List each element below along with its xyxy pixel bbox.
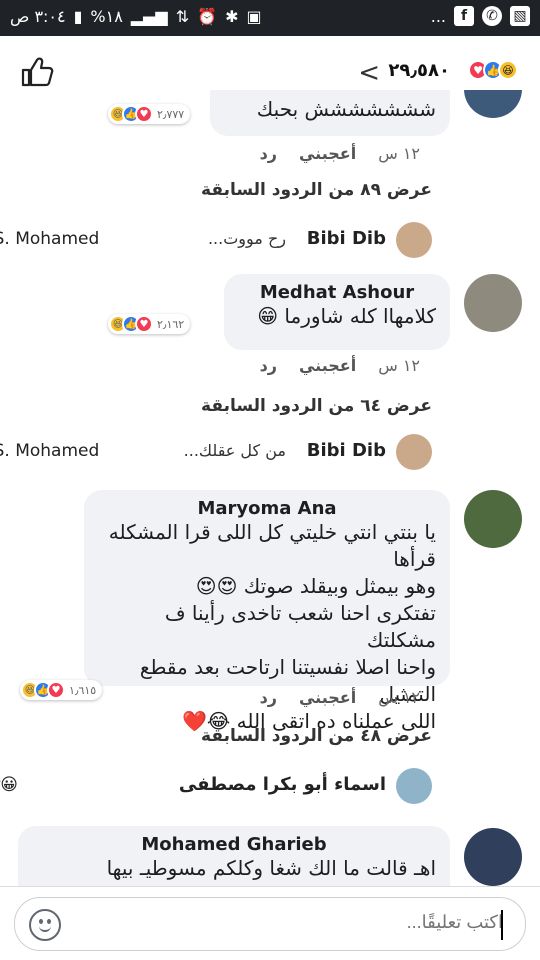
reply-link[interactable]: رد	[260, 688, 277, 707]
comment-time: ١٢ س	[378, 688, 420, 707]
love-reaction-icon: ♥	[135, 105, 153, 123]
reply-preview-row[interactable]: Bibi Dib رح مووت... Ahmed S. Mohamed	[0, 220, 432, 260]
avatar[interactable]	[464, 828, 522, 886]
comment-input-box[interactable]	[14, 897, 526, 951]
comment-text: اهـ قالت ما الك شغا وكلكم مسوطيـ بيها	[106, 856, 436, 880]
reply-to-name: Ahmed S. Mohamed	[0, 229, 100, 249]
battery-level: %١٨	[90, 7, 123, 26]
reaction-count: ١٫٦١٥	[69, 683, 97, 697]
comment-author[interactable]: Maryoma Ana	[98, 498, 436, 519]
comments-list[interactable]: ششششششش بحبك 😆 👍 ♥ ٢٫٧٧٧ ١٢ س أعجبني رد …	[0, 90, 540, 886]
comment-meta: ١٢ س أعجبني رد	[260, 144, 420, 163]
reaction-count: ٢٫١٦٢	[157, 317, 185, 331]
reply-author: Bibi Dib	[306, 440, 386, 461]
comment-meta: ١٢ س أعجبني رد	[260, 688, 420, 707]
reply-link[interactable]: رد	[260, 144, 277, 163]
total-reactions-count[interactable]: ٢٩٫٥٨٠	[388, 60, 450, 81]
reply-preview-row[interactable]: اسماء أبو بكرا مصطفى Hala Bkr😀	[0, 766, 432, 806]
header-reaction-icons[interactable]: ♥ 👍 😆	[468, 60, 518, 80]
comment-bubble[interactable]: ششششششش بحبك	[210, 90, 450, 136]
comment-text: كلامهاا كله شاورما 😁	[257, 304, 436, 328]
reply-snippet: رح مووت...	[207, 229, 286, 248]
comment-author[interactable]: Mohamed Gharieb	[32, 834, 436, 855]
battery-icon: ▮	[73, 7, 83, 26]
view-previous-replies[interactable]: عرض ٨٩ من الردود السابقة	[201, 180, 432, 200]
comment-text: ششششششش بحبك	[256, 97, 436, 121]
like-link[interactable]: أعجبني	[299, 356, 356, 375]
view-previous-replies[interactable]: عرض ٤٨ من الردود السابقة	[201, 726, 432, 746]
reply-avatar	[396, 222, 432, 258]
alarm-icon: ⏰	[197, 7, 218, 26]
emoji-icon[interactable]	[29, 909, 61, 941]
like-link[interactable]: أعجبني	[299, 688, 356, 707]
like-link[interactable]: أعجبني	[299, 144, 356, 163]
reaction-count-badge[interactable]: 😆 👍 ♥ ١٫٦١٥	[20, 680, 103, 700]
comment-time: ١٢ س	[378, 144, 420, 163]
view-previous-replies[interactable]: عرض ٦٤ من الردود السابقة	[201, 396, 432, 416]
whatsapp-icon: ✆	[482, 6, 502, 26]
app-notification-icon: ▣	[246, 7, 262, 26]
comment-line: تفتكرى احنا شعب تاخدى رأينا ف مشكلتك	[164, 601, 436, 652]
like-button[interactable]	[20, 56, 54, 88]
back-chevron-icon[interactable]: <	[358, 58, 380, 88]
network-icon: ⇅	[175, 7, 190, 26]
status-right: ... f ✆ ▧	[431, 6, 530, 26]
haha-reaction-icon: 😆	[498, 60, 518, 80]
status-bar: ٣:٠٤ ص ▮ %١٨ ▂▄▆ ⇅ ⏰ ✱ ▣ ... f ✆ ▧	[0, 0, 540, 36]
reply-author: Bibi Dib	[306, 228, 386, 249]
comment-time: ١٢ س	[378, 356, 420, 375]
comment-author[interactable]: Medhat Ashour	[238, 282, 436, 303]
avatar[interactable]	[464, 90, 522, 118]
reply-link[interactable]: رد	[260, 356, 277, 375]
reply-avatar	[396, 434, 432, 470]
status-time: ٣:٠٤ ص	[10, 7, 66, 26]
comment-meta: ١٢ س أعجبني رد	[260, 356, 420, 375]
comment-bubble[interactable]: Mohamed Gharieb اهـ قالت ما الك شغا وكلك…	[18, 826, 450, 886]
gallery-icon: ▧	[510, 6, 530, 26]
reaction-count-badge[interactable]: 😆 👍 ♥ ٢٫١٦٢	[108, 314, 191, 334]
love-reaction-icon: ♥	[47, 681, 65, 699]
avatar[interactable]	[464, 490, 522, 548]
reaction-count-badge[interactable]: 😆 👍 ♥ ٢٫٧٧٧	[108, 104, 191, 124]
comment-line: يا بنتي انتي خليتي كل اللى قرا المشكله ق…	[108, 520, 436, 571]
reply-snippet: من كل عقلك...	[183, 441, 286, 460]
reply-to-name: Hala Bkr😀	[0, 775, 18, 795]
reply-author: اسماء أبو بكرا مصطفى	[178, 774, 386, 795]
thumbs-up-icon	[21, 57, 54, 87]
comment-line: وهو بيمثل وبيقلد صوتك 😍😍	[195, 574, 436, 598]
status-left: ٣:٠٤ ص ▮ %١٨ ▂▄▆ ⇅ ⏰ ✱ ▣	[10, 7, 262, 26]
comment-composer	[0, 886, 540, 960]
comment-bubble[interactable]: Medhat Ashour كلامهاا كله شاورما 😁	[224, 274, 450, 350]
reaction-count: ٢٫٧٧٧	[157, 107, 185, 121]
text-caret	[501, 910, 503, 940]
signal-icon: ▂▄▆	[130, 7, 168, 26]
comment-input[interactable]	[203, 912, 503, 933]
bluetooth-icon: ✱	[225, 7, 239, 26]
more-dots-icon: ...	[430, 6, 446, 26]
reply-to-name: Ahmed S. Mohamed	[0, 441, 100, 461]
reply-avatar	[396, 768, 432, 804]
comment-bubble[interactable]: Maryoma Ana يا بنتي انتي خليتي كل اللى ق…	[84, 490, 450, 733]
reply-preview-row[interactable]: Bibi Dib من كل عقلك... Ahmed S. Mohamed	[0, 432, 432, 472]
facebook-icon: f	[454, 6, 474, 26]
avatar[interactable]	[464, 274, 522, 332]
love-reaction-icon: ♥	[135, 315, 153, 333]
